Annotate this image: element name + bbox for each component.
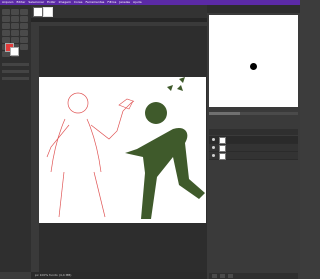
image-window — [31, 5, 207, 272]
free-select-tool-icon[interactable] — [2, 16, 10, 22]
text-tool-icon[interactable] — [2, 30, 10, 36]
dock-tabs[interactable] — [207, 5, 300, 13]
move-tool-icon[interactable] — [2, 9, 10, 15]
option-slider[interactable] — [2, 77, 29, 80]
menu-item-selecionar[interactable]: Selecionar — [28, 0, 44, 4]
layer-row[interactable] — [209, 144, 298, 152]
toolbox-panel — [0, 5, 32, 272]
brush-dot-icon — [250, 63, 257, 70]
visibility-eye-icon[interactable] — [212, 146, 215, 149]
bucket-fill-tool-icon[interactable] — [11, 30, 19, 36]
color-picker-tool-icon[interactable] — [20, 44, 28, 50]
menu-item-imagem[interactable]: Imagem — [59, 0, 71, 4]
visibility-eye-icon[interactable] — [212, 154, 215, 157]
image-tab-thumbnail[interactable] — [33, 7, 43, 17]
layer-thumbnail — [219, 153, 226, 160]
menu-item-editar[interactable]: Editar — [16, 0, 25, 4]
paths-tool-icon[interactable] — [20, 23, 28, 29]
right-dock — [207, 5, 300, 279]
brush-slider-fill — [209, 112, 241, 115]
visibility-eye-icon[interactable] — [212, 138, 215, 141]
menu-item-filtros[interactable]: Filtros — [107, 0, 116, 4]
ellipse-select-tool-icon[interactable] — [20, 9, 28, 15]
layer-row[interactable] — [209, 152, 298, 160]
image-tab-thumbnail-active[interactable] — [43, 7, 53, 17]
canvas-viewport[interactable] — [39, 26, 207, 270]
menu-item-janelas[interactable]: Janelas — [119, 0, 130, 4]
image-tabs — [31, 5, 207, 18]
tool-options — [2, 61, 29, 80]
vertical-ruler — [31, 22, 39, 272]
new-layer-button[interactable] — [212, 274, 217, 278]
gimp-window: Arquivo Editar Selecionar Exibir Imagem Cores… — [0, 0, 300, 279]
gradient-tool-icon[interactable] — [20, 30, 28, 36]
option-slider[interactable] — [2, 63, 29, 66]
layer-thumbnail — [219, 145, 226, 152]
transform-tool-icon[interactable] — [2, 23, 10, 29]
crop-tool-icon[interactable] — [20, 16, 28, 22]
rect-select-tool-icon[interactable] — [11, 9, 19, 15]
delete-layer-button[interactable] — [228, 274, 233, 278]
menu-item-exibir[interactable]: Exibir — [47, 0, 55, 4]
menu-item-arquivo[interactable]: Arquivo — [2, 0, 13, 4]
fuzzy-select-tool-icon[interactable] — [11, 16, 19, 22]
menu-item-ajuda[interactable]: Ajuda — [133, 0, 142, 4]
layers-footer — [209, 273, 298, 279]
menu-item-cores[interactable]: Cores — [74, 0, 83, 4]
menu-item-ferramentas[interactable]: Ferramentas — [85, 0, 104, 4]
document-canvas[interactable] — [39, 77, 206, 223]
layer-thumbnail — [219, 137, 226, 144]
status-bar: px 100% fundo (4,4 MB) — [31, 272, 211, 279]
brush-preview[interactable] — [209, 15, 298, 107]
layer-row[interactable] — [209, 136, 298, 144]
layers-panel-header — [209, 129, 298, 135]
flip-tool-icon[interactable] — [11, 23, 19, 29]
background-color-swatch[interactable] — [10, 47, 19, 56]
brush-spacing-slider[interactable] — [209, 112, 298, 115]
option-slider[interactable] — [2, 70, 29, 73]
brush-controls — [209, 109, 298, 121]
duplicate-layer-button[interactable] — [220, 274, 225, 278]
clone-tool-icon[interactable] — [20, 37, 28, 43]
